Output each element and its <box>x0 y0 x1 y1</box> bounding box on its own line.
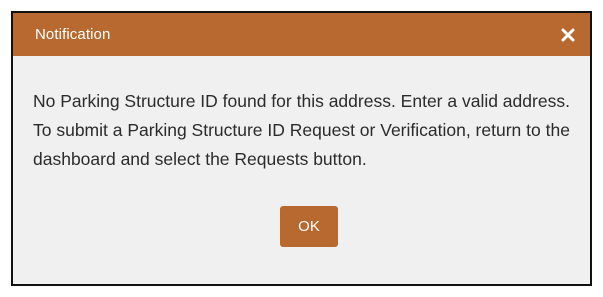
dialog-body: No Parking Structure ID found for this a… <box>13 56 590 284</box>
ok-button[interactable]: OK <box>280 206 338 247</box>
close-icon[interactable] <box>558 25 578 45</box>
dialog-title: Notification <box>35 26 111 43</box>
notification-message: No Parking Structure ID found for this a… <box>33 91 570 169</box>
dialog-header: Notification <box>13 13 590 56</box>
notification-dialog: Notification No Parking Structure ID fou… <box>11 11 592 286</box>
